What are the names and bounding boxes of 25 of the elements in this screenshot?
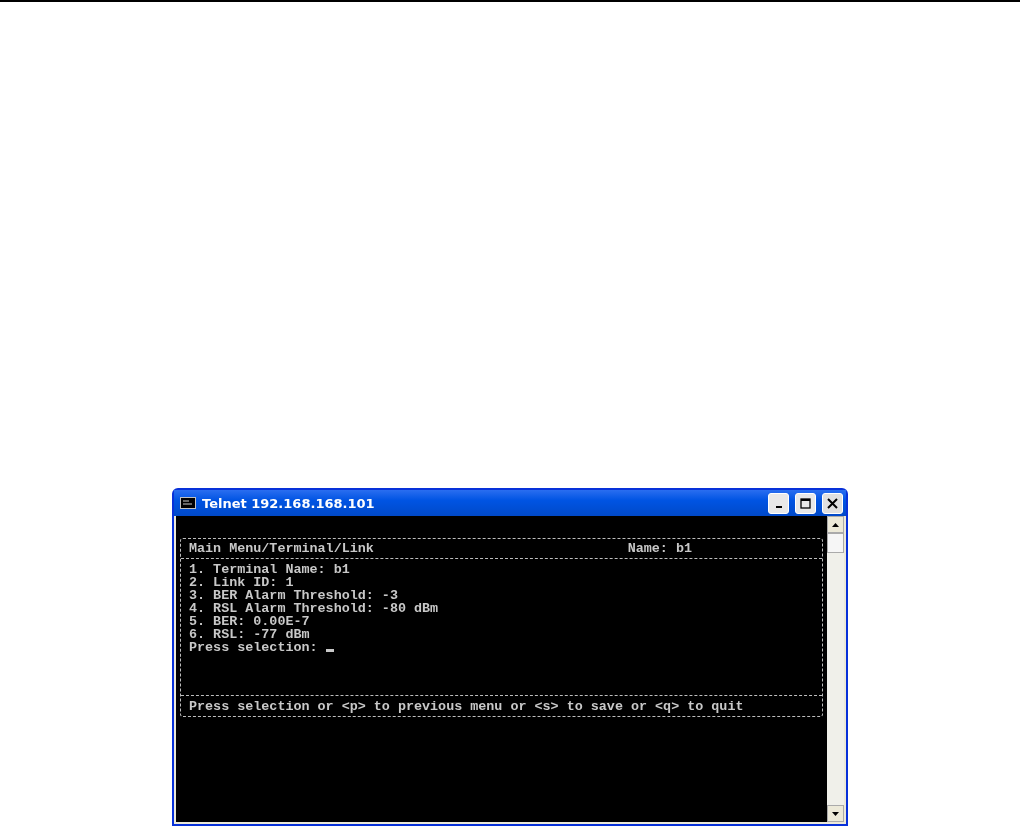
minimize-button[interactable]: [768, 492, 789, 514]
prompt-text: Press selection:: [189, 640, 318, 655]
menu-option: 3. BER Alarm Threshold: -3: [189, 589, 814, 602]
close-icon: [827, 497, 838, 509]
console-icon: [180, 497, 196, 509]
text-cursor: [325, 649, 334, 652]
up-arrow-icon: [832, 522, 839, 527]
window-title: Telnet 192.168.168.101: [202, 495, 376, 511]
menu-option: 1. Terminal Name: b1: [189, 563, 814, 576]
menu-option: 2. Link ID: 1: [189, 576, 814, 589]
close-button[interactable]: [822, 492, 843, 514]
terminal-name: Name: b1: [627, 542, 692, 555]
help-text: Press selection or <p> to previous menu or <s> to save or <q> to quit: [189, 699, 744, 714]
scroll-thumb[interactable]: [827, 533, 844, 553]
scroll-up-button[interactable]: [827, 516, 844, 533]
maximize-icon: [800, 497, 811, 509]
scroll-down-button[interactable]: [827, 805, 844, 822]
menu-option: 6. RSL: -77 dBm: [189, 628, 814, 641]
down-arrow-icon: [832, 811, 839, 816]
menu-path: Main Menu/Terminal/Link: [189, 542, 374, 555]
menu-option: 4. RSL Alarm Threshold: -80 dBm: [189, 602, 814, 615]
minimize-icon: [775, 505, 782, 508]
scrollbar[interactable]: [827, 516, 844, 822]
menu-option: 5. BER: 0.00E-7: [189, 615, 814, 628]
maximize-button[interactable]: [795, 492, 816, 514]
